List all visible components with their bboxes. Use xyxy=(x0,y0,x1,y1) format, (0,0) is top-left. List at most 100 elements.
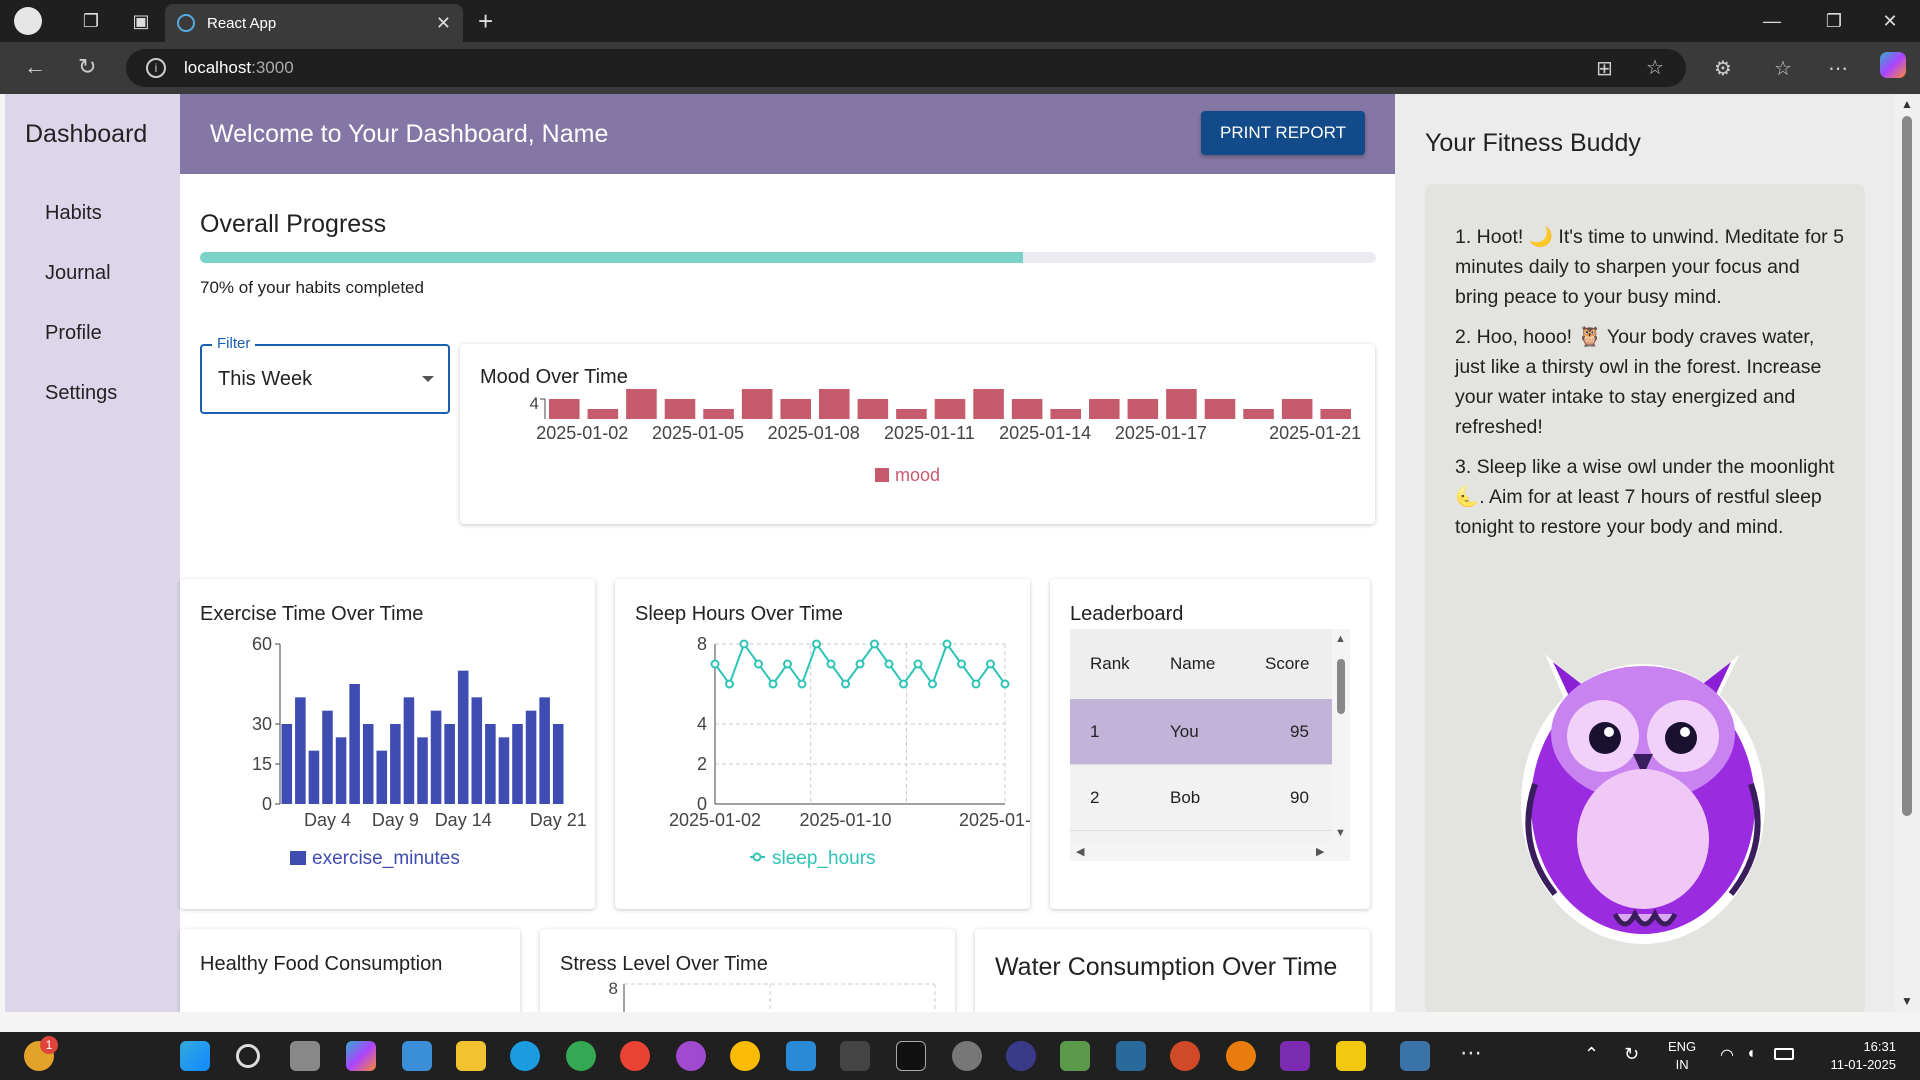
power-bi-icon[interactable] xyxy=(1336,1041,1366,1071)
sidebar-item-journal[interactable]: Journal xyxy=(45,262,111,285)
split-screen-icon[interactable]: ⊞ xyxy=(1596,56,1613,81)
sidebar-item-habits[interactable]: Habits xyxy=(45,202,102,225)
close-window-icon[interactable]: ✕ xyxy=(1862,0,1918,42)
battery-icon[interactable] xyxy=(1774,1048,1794,1060)
scroll-up-icon[interactable]: ▲ xyxy=(1335,633,1346,645)
exercise-bar xyxy=(376,750,388,804)
minimize-icon[interactable]: — xyxy=(1744,0,1800,42)
mood-bar xyxy=(587,409,619,419)
workspaces-icon[interactable]: ❐ xyxy=(76,6,106,36)
sleep-point xyxy=(797,679,807,689)
exercise-chart: 0 15 30 60 Day 4 Day 9 Day 14 Day 21 exercise_mi… xyxy=(252,634,587,869)
settings-icon[interactable] xyxy=(952,1041,982,1071)
buddy-tip: 2. Hoo, hooo! 🦉 Your body craves water, … xyxy=(1455,326,1822,438)
clock-date: 11-01-2025 xyxy=(1830,1057,1896,1072)
favorite-star-icon[interactable]: ☆ xyxy=(1646,55,1664,80)
copilot-app-icon[interactable] xyxy=(346,1041,376,1071)
mood-bar xyxy=(973,389,1004,419)
leaderboard-horizontal-scrollbar[interactable]: ◀ ▶ xyxy=(1070,843,1350,861)
start-icon[interactable] xyxy=(180,1041,210,1071)
exercise-bar xyxy=(471,697,483,804)
exercise-legend-swatch xyxy=(290,851,306,865)
scroll-left-icon[interactable]: ◀ xyxy=(1076,845,1084,858)
page-scroll-down-icon[interactable]: ▼ xyxy=(1901,994,1913,1008)
mood-x-tick-label: 2025-01-14 xyxy=(999,423,1091,443)
leaderboard-vertical-scrollbar[interactable]: ▲ ▼ xyxy=(1332,629,1350,843)
water-chart-card: Water Consumption Over Time xyxy=(975,929,1370,1012)
sleep-point xyxy=(841,679,850,689)
task-view-icon[interactable] xyxy=(290,1041,320,1071)
sync-icon[interactable]: ↻ xyxy=(1624,1044,1639,1065)
leaderboard-title: Leaderboard xyxy=(1070,603,1184,625)
mood-bar xyxy=(934,399,966,419)
language-indicator[interactable]: ENG IN xyxy=(1668,1038,1696,1074)
more-apps-icon[interactable]: ⋯ xyxy=(1456,1041,1486,1071)
language-code: ENG xyxy=(1668,1039,1697,1054)
more-menu-icon[interactable]: ⋯ xyxy=(1828,56,1848,81)
extensions-icon[interactable]: ⚙ xyxy=(1714,56,1732,81)
mood-bar xyxy=(549,399,580,419)
refresh-icon[interactable]: ↻ xyxy=(78,54,96,80)
volume-icon[interactable]: ◖ xyxy=(1746,1045,1756,1063)
mood-bar xyxy=(857,399,889,419)
file-explorer-icon[interactable] xyxy=(456,1041,486,1071)
terminal-icon[interactable] xyxy=(840,1041,870,1071)
leaderboard-scroll-thumb[interactable] xyxy=(1337,659,1345,714)
mood-bar xyxy=(780,399,811,419)
scroll-down-icon[interactable]: ▼ xyxy=(1335,827,1346,839)
mood-bar xyxy=(1089,399,1120,419)
tab-actions-icon[interactable]: ▣ xyxy=(126,6,156,36)
tab-react-app[interactable]: React App ✕ xyxy=(165,4,463,42)
onenote-icon[interactable] xyxy=(1280,1041,1310,1071)
python-icon[interactable] xyxy=(1400,1041,1430,1071)
back-icon[interactable]: ← xyxy=(24,54,46,80)
wifi-icon[interactable]: ◠ xyxy=(1720,1045,1734,1065)
progress-bar-fill xyxy=(200,252,1024,263)
eclipse-icon[interactable] xyxy=(1006,1041,1036,1071)
sleep-point xyxy=(826,659,836,669)
notepad-icon[interactable] xyxy=(402,1041,432,1071)
site-info-icon[interactable]: i xyxy=(146,58,166,78)
leaderboard-table[interactable]: Rank Name Score 1 You 95 2 Bob 90 3 Char… xyxy=(1070,629,1350,861)
chrome-profile-n-icon[interactable] xyxy=(676,1041,706,1071)
mood-legend-swatch xyxy=(875,468,889,482)
scroll-right-icon[interactable]: ▶ xyxy=(1316,845,1324,858)
clock[interactable]: 16:31 11-01-2025 xyxy=(1812,1038,1896,1074)
new-tab-icon[interactable]: + xyxy=(478,6,493,37)
android-studio-icon[interactable] xyxy=(1060,1041,1090,1071)
chrome-icon[interactable] xyxy=(566,1041,596,1071)
mood-y-tick-label: 4 xyxy=(530,394,539,413)
mood-bar xyxy=(664,399,696,419)
blender-icon[interactable] xyxy=(1226,1041,1256,1071)
search-icon[interactable] xyxy=(236,1044,260,1068)
print-report-button[interactable]: PRINT REPORT xyxy=(1201,111,1365,155)
sleep-point xyxy=(928,679,937,689)
page-scroll-thumb[interactable] xyxy=(1902,116,1912,816)
mood-bar xyxy=(1127,399,1159,419)
water-chart-title: Water Consumption Over Time xyxy=(995,953,1338,981)
page-scrollbar[interactable]: ▲ ▼ xyxy=(1895,94,1920,1012)
close-tab-icon[interactable]: ✕ xyxy=(436,13,451,34)
favorites-icon[interactable]: ☆ xyxy=(1774,56,1792,81)
page-scroll-up-icon[interactable]: ▲ xyxy=(1901,97,1913,111)
stress-chart: 8 xyxy=(609,979,936,1012)
tray-chevron-icon[interactable]: ⌃ xyxy=(1584,1044,1599,1065)
vscode-icon[interactable] xyxy=(786,1041,816,1071)
exercise-bar xyxy=(362,724,374,804)
chrome-profile-icon[interactable] xyxy=(620,1041,650,1071)
filter-select[interactable]: Filter This Week xyxy=(200,335,450,414)
mysql-icon[interactable] xyxy=(1116,1041,1146,1071)
profile-icon[interactable] xyxy=(14,7,42,35)
sidebar-item-profile[interactable]: Profile xyxy=(45,322,102,345)
edge-browser-icon[interactable] xyxy=(510,1041,540,1071)
chrome-profile-n2-icon[interactable] xyxy=(730,1041,760,1071)
progress-title: Overall Progress xyxy=(200,210,387,238)
restore-icon[interactable]: ❐ xyxy=(1806,0,1862,42)
sidebar-item-settings[interactable]: Settings xyxy=(45,382,117,405)
copilot-icon[interactable] xyxy=(1880,52,1906,78)
exercise-bar xyxy=(485,724,496,804)
dashboard-header: Welcome to Your Dashboard, Name PRINT RE… xyxy=(180,94,1395,174)
cmd-icon[interactable] xyxy=(896,1041,926,1071)
url-input[interactable]: i localhost:3000 ⊞ ☆ xyxy=(126,49,1686,87)
powerpoint-icon[interactable] xyxy=(1170,1041,1200,1071)
